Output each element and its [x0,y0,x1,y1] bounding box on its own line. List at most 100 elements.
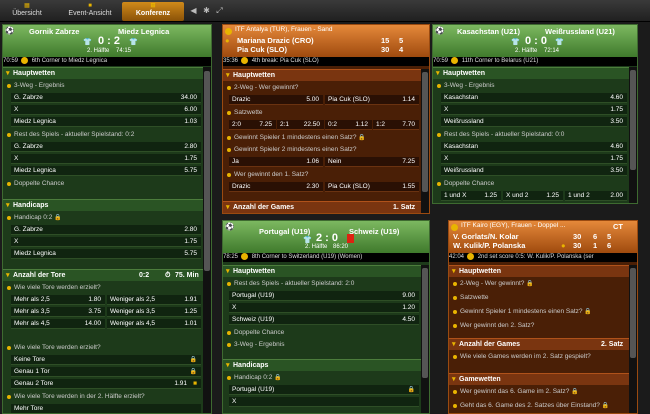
market-second-set[interactable]: Wer gewinnt den 2. Satz? [449,321,629,331]
tournament-title: ITF Kairo (EGY), Frauen - Doppel ... [461,222,566,229]
scrollbar[interactable] [203,67,211,413]
odd-button[interactable]: X [229,397,419,407]
odd-button[interactable]: X 1.75 [11,154,201,164]
odd-button[interactable]: G. Zabrze 2.80 [11,142,201,152]
market-goals[interactable]: Wie viele Tore werden erzielt? [3,283,203,293]
odd-button[interactable]: X 1.75 [441,105,627,115]
odd-button[interactable]: Miedz Legnica 1.03 [11,117,201,127]
odd-button[interactable]: Weniger als 4,5 1.01 [107,319,201,329]
scrollbar[interactable] [421,265,429,413]
odd-button[interactable]: 0:2 1.12 [325,120,372,130]
away-team-name: Miedz Legnica [118,27,170,36]
market-3-way[interactable]: 3-Weg - Ergebnis [223,340,421,350]
odd-button[interactable]: 1:2 7.70 [373,120,419,130]
odd-button[interactable]: X 1.75 [11,237,201,247]
odd-button[interactable]: Weißrussland 3.50 [441,166,627,176]
odd-button[interactable]: Portugal (U19) 9.00 [229,291,419,301]
tab-conference[interactable]: ⊞ Konferenz [122,2,184,21]
market-3-way[interactable]: 3-Weg - Ergebnis [433,81,629,91]
section-games[interactable]: Anzahl der Games1. Satz [223,201,421,213]
collapse-icon[interactable]: ⤢ [214,5,225,16]
away-player-name: Pia Cuk (SLO) [237,45,288,54]
odd-button[interactable]: Keine Tore 🔒 [11,355,201,365]
section-hauptwetten[interactable]: Hauptwetten [223,69,421,82]
odd-button[interactable]: Mehr als 2,5 1.80 [11,295,105,305]
odd-button[interactable]: 1 und X 1.25 [441,191,501,201]
odd-button[interactable]: Weißrussland 3.50 [441,117,627,127]
market-p1-one-set[interactable]: Gewinnt Spieler 1 mindestens einen Satz?… [449,307,629,317]
section-hauptwetten[interactable]: Hauptwetten [433,67,629,80]
market-set-bet[interactable]: Satzwette [223,108,421,118]
settings-icon[interactable]: ✱ [201,5,212,16]
odd-button[interactable]: X 1.20 [229,303,419,313]
market-set-bet[interactable]: Satzwette [449,293,629,303]
market-first-set[interactable]: Wer gewinnt den 1. Satz? [223,170,421,180]
section-handicaps[interactable]: Handicaps [223,359,421,372]
section-gamewetten[interactable]: Gamewetten [449,373,629,386]
odd-button[interactable]: Mehr als 4,5 14.00 [11,319,105,329]
tab-overview[interactable]: ▦ Übersicht [2,2,52,21]
odd-button[interactable]: X 1.75 [441,154,627,164]
away-shirt-icon: 👕 [129,39,138,46]
odd-button[interactable]: Pia Cuk (SLO) 1.14 [325,95,419,105]
odd-button[interactable]: Weniger als 3,5 1.25 [107,307,201,317]
odd-button[interactable]: Miedz Legnica 5.75 [11,249,201,259]
odd-button[interactable]: G. Zabrze 34.00 [11,93,201,103]
market-handicap[interactable]: Handicap 0:2 🔒 [223,373,421,383]
section-goals[interactable]: Anzahl der Tore0:2⏱75. Min [3,269,203,282]
market-rest-of-match[interactable]: Rest des Spiels - aktueller Spielstand: … [433,130,629,140]
market-2-way[interactable]: 2-Weg - Wer gewinnt? 🔒 [449,279,629,289]
market-2-way[interactable]: 2-Weg - Wer gewinnt? [223,83,421,93]
lock-icon: 🔒 [189,357,197,363]
section-hauptwetten[interactable]: Hauptwetten [3,67,203,80]
odd-button[interactable]: Nein 7.25 [325,157,419,167]
market-rest-of-match[interactable]: Rest des Spiels - aktueller Spielstand: … [223,279,421,289]
market-second-half-goals[interactable]: Wie viele Tore werden in der 2. Hälfte e… [3,392,203,402]
section-games[interactable]: Anzahl der Games2. Satz [449,338,629,351]
match-score: 2 : 0 [316,232,339,244]
odd-button[interactable]: Drazic 2.30 [229,182,323,192]
odd-button[interactable]: G. Zabrze 2.80 [11,225,201,235]
odd-button[interactable]: Pia Cuk (SLO) 1.55 [325,182,419,192]
odd-button[interactable]: Weniger als 2,5 1.91 [107,295,201,305]
odd-button[interactable]: 2:1 22.50 [277,120,324,130]
section-hauptwetten[interactable]: Hauptwetten [449,265,629,278]
odd-button[interactable]: Mehr Tore [11,404,201,413]
market-deuce[interactable]: Geht das 6. Game des 2. Satzes über Eins… [449,401,629,411]
section-hauptwetten[interactable]: Hauptwetten [223,265,421,278]
market-games-second-set[interactable]: Wie viele Games werden im 2. Satz gespie… [449,352,629,362]
market-handicap[interactable]: Handicap 0:2 🔒 [3,213,203,223]
odd-button[interactable]: Drazic 5.00 [229,95,323,105]
away-shirt-icon: 👕 [555,39,564,46]
market-p1-one-set[interactable]: Gewinnt Spieler 1 mindestens einen Satz?… [223,133,421,143]
market-p2-one-set[interactable]: Gewinnt Spieler 2 mindestens einen Satz? [223,145,421,155]
odd-button[interactable]: Portugal (U19) 🔒 [229,385,419,395]
tab-event-view[interactable]: ■ Event-Ansicht [60,2,120,21]
odd-button[interactable]: Kasachstan 4.60 [441,93,627,103]
market-double-chance[interactable]: Doppelte Chance [3,179,203,189]
section-handicaps[interactable]: Handicaps [3,199,203,212]
market-sixth-game[interactable]: Wer gewinnt das 6. Game im 2. Satz? 🔒 [449,387,629,397]
odd-button[interactable]: Miedz Legnica 5.75 [11,166,201,176]
market-3-way[interactable]: 3-Weg - Ergebnis [3,81,203,91]
market-double-chance[interactable]: Doppelte Chance [433,179,629,189]
odd-button[interactable]: Genau 2 Tore 1.91 ■ [11,379,201,389]
odd-button[interactable]: Schweiz (U19) 4.50 [229,315,419,325]
odd-button[interactable]: Ja 1.06 [229,157,323,167]
sound-icon[interactable]: ◀ [188,5,199,16]
odd-button[interactable]: Kasachstan 4.60 [441,142,627,152]
stopwatch-icon: ⏱ [165,272,171,279]
scrollbar[interactable] [421,69,429,213]
scrollbar[interactable] [629,67,637,203]
odd-button[interactable]: X 6.00 [11,105,201,115]
odd-button[interactable]: 1 und 2 2.00 [565,191,627,201]
overview-icon: ▦ [24,3,30,9]
odd-button[interactable]: X und 2 1.25 [503,191,563,201]
market-exact-goals[interactable]: Wie viele Tore werden erzielt? [3,343,203,353]
odd-button[interactable]: Mehr als 3,5 3.75 [11,307,105,317]
market-double-chance[interactable]: Doppelte Chance [223,328,421,338]
scrollbar[interactable] [629,265,637,413]
odd-button[interactable]: Genau 1 Tor 🔒 [11,367,201,377]
market-rest-of-match[interactable]: Rest des Spiels - aktueller Spielstand: … [3,130,203,140]
odd-button[interactable]: 2:0 7.25 [229,120,276,130]
